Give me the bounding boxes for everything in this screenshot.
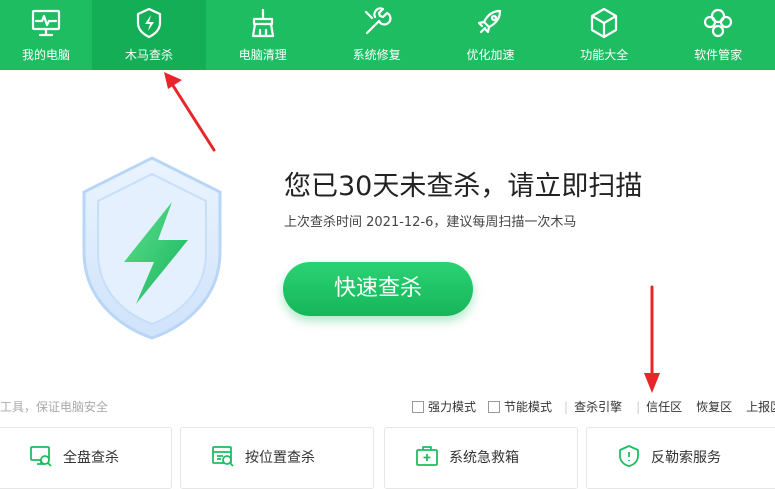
apps-grid-icon [703,8,733,38]
quick-scan-button[interactable]: 快速查杀 [283,262,473,316]
nav-label: 功能大全 [580,48,629,62]
first-aid-card[interactable]: 系统急救箱 [384,427,578,489]
location-scan-card[interactable]: 按位置查杀 [180,427,374,489]
full-scan-card[interactable]: 全盘查杀 [0,427,172,489]
nav-label: 电脑清理 [238,48,287,62]
anti-ransom-card[interactable]: 反勒索服务 [586,427,775,489]
nav-cleanup[interactable]: 电脑清理 [206,0,320,70]
shield-lightning-icon [82,156,222,340]
eco-mode-label: 节能模式 [504,400,553,414]
trust-zone-link[interactable]: 信任区 [646,398,682,415]
nav-label: 优化加速 [466,48,515,62]
nav-optimize[interactable]: 优化加速 [434,0,548,70]
restore-zone-link[interactable]: 恢复区 [696,398,732,415]
divider: | [636,399,641,414]
nav-trojan-scan[interactable]: 木马查杀 [92,0,206,70]
monitor-pulse-icon [31,9,61,37]
nav-label: 软件管家 [694,48,743,62]
slogan-text: 工具，保证电脑安全 [0,400,109,414]
nav-label: 我的电脑 [22,48,71,62]
card-label: 按位置查杀 [245,450,315,466]
card-label: 系统急救箱 [449,450,519,466]
checkbox-box[interactable] [488,400,501,413]
eco-mode-checkbox[interactable]: 节能模式 [488,398,552,415]
anti-ransom-shield-icon [619,445,639,467]
last-scan-info: 上次查杀时间 2021-12-6，建议每周扫描一次木马 [284,215,577,230]
scan-headline: 您已30天未查杀，请立即扫描 [284,171,643,202]
power-mode-label: 强力模式 [428,400,477,414]
scan-engine-link[interactable]: 查杀引擎 [574,398,622,415]
broom-clean-icon [251,8,274,38]
report-zone-link[interactable]: 上报区 [746,398,775,415]
location-scan-icon [212,446,234,467]
first-aid-kit-icon [416,446,438,466]
annotation-arrow-trust [644,285,660,393]
nav-system-repair[interactable]: 系统修复 [320,0,434,70]
card-label: 全盘查杀 [63,450,119,466]
nav-features[interactable]: 功能大全 [547,0,661,70]
scan-options-bar: 强力模式 节能模式 | 查杀引擎 | 信任区 恢复区 上报区 [412,398,775,415]
wrench-icon [364,7,392,35]
full-scan-icon [30,446,52,467]
card-label: 反勒索服务 [651,450,721,466]
nav-my-computer[interactable]: 我的电脑 [0,0,92,70]
checkbox-box[interactable] [412,400,424,413]
nav-software-manager[interactable]: 软件管家 [661,0,775,70]
rocket-icon [478,9,502,34]
nav-label: 系统修复 [352,48,401,62]
nav-label: 木马查杀 [124,48,173,62]
divider: | [564,399,569,414]
power-mode-checkbox[interactable]: 强力模式 [412,398,476,415]
cube-icon [591,7,618,39]
shield-bolt-icon [136,7,162,39]
top-nav: 我的电脑 木马查杀 电脑清理 系统修复 优化加速 功能大全 软件管家 [0,0,775,70]
annotation-arrow-nav [164,72,216,152]
